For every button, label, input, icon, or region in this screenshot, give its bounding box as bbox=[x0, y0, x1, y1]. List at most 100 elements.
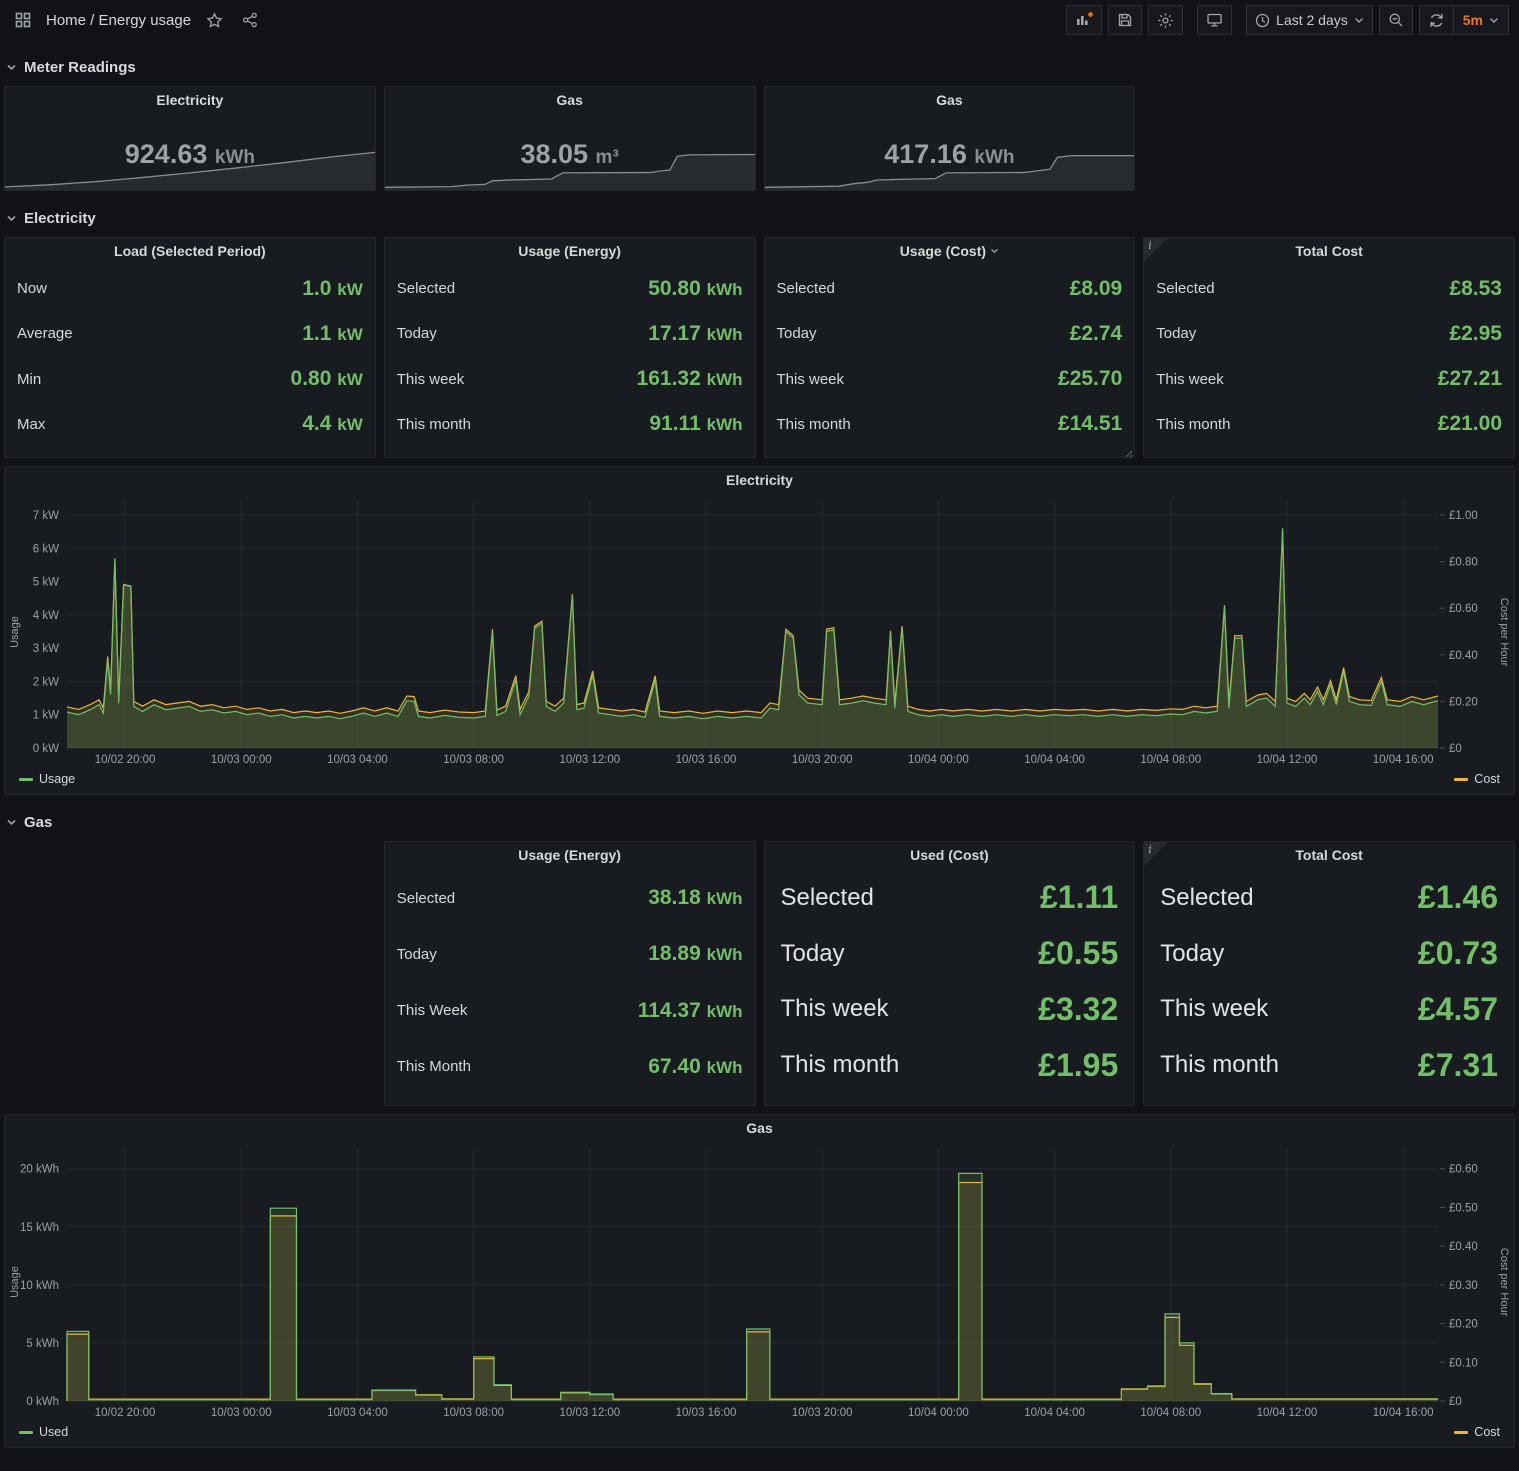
stat-value-number: 17.17 bbox=[648, 322, 701, 345]
stat-row: Selected£1.11 bbox=[781, 879, 1119, 916]
electricity-chart-panel: Electricity 10/02 20:0010/03 00:0010/03 0… bbox=[4, 466, 1515, 795]
svg-text:10/03 12:00: 10/03 12:00 bbox=[559, 1407, 620, 1419]
svg-text:£0.30: £0.30 bbox=[1449, 1280, 1478, 1292]
section-header-electricity[interactable]: Electricity bbox=[6, 207, 1515, 229]
stat-value: £4.57 bbox=[1418, 991, 1498, 1028]
svg-text:10/03 16:00: 10/03 16:00 bbox=[676, 1407, 737, 1419]
time-range-picker[interactable]: Last 2 days bbox=[1246, 5, 1373, 35]
resize-handle[interactable] bbox=[1123, 446, 1133, 456]
save-dashboard-button[interactable] bbox=[1108, 5, 1142, 35]
time-range-label: Last 2 days bbox=[1276, 12, 1348, 28]
panel-title[interactable]: Used (Cost) bbox=[765, 842, 1135, 868]
stat-label: Average bbox=[17, 325, 73, 342]
legend-item-used[interactable]: Used bbox=[19, 1425, 68, 1439]
svg-text:10/03 16:00: 10/03 16:00 bbox=[676, 754, 737, 766]
stat-value: 1.1 kW bbox=[302, 322, 363, 346]
chart-plot-area[interactable]: 10/02 20:0010/03 00:0010/03 04:0010/03 0… bbox=[5, 493, 1514, 770]
stat-label: Selected bbox=[397, 280, 455, 297]
stat-value-unit: kWh bbox=[707, 415, 743, 434]
panel-title-text: Usage (Energy) bbox=[518, 847, 621, 863]
panel-title[interactable]: Usage (Cost) bbox=[765, 238, 1135, 264]
legend-item-cost[interactable]: Cost bbox=[1454, 1425, 1500, 1439]
stat-value: £3.32 bbox=[1038, 991, 1118, 1028]
info-icon[interactable]: i bbox=[1144, 842, 1168, 866]
stat-value-unit: m³ bbox=[596, 147, 619, 168]
stat-row: This week£4.57 bbox=[1160, 991, 1498, 1028]
info-icon[interactable]: i bbox=[1144, 238, 1168, 262]
svg-text:10/03 00:00: 10/03 00:00 bbox=[211, 1407, 272, 1419]
legend-item-cost[interactable]: Cost bbox=[1454, 772, 1500, 786]
add-panel-button[interactable] bbox=[1066, 5, 1102, 35]
svg-text:10/03 08:00: 10/03 08:00 bbox=[443, 754, 504, 766]
stat-row: This week£3.32 bbox=[781, 991, 1119, 1028]
panel-title-text: Electricity bbox=[726, 472, 793, 488]
dashboards-grid-icon[interactable] bbox=[10, 7, 36, 33]
section-header-meter-readings[interactable]: Meter Readings bbox=[6, 56, 1515, 78]
svg-text:£1.00: £1.00 bbox=[1449, 510, 1478, 522]
panel-title[interactable]: Gas bbox=[5, 1115, 1514, 1141]
stat-label: Today bbox=[1160, 940, 1224, 968]
stat-value-number: £1.46 bbox=[1418, 879, 1498, 915]
stat-row: Today£2.95 bbox=[1156, 322, 1502, 346]
refresh-button[interactable] bbox=[1420, 6, 1453, 34]
panel-title[interactable]: Electricity bbox=[5, 467, 1514, 493]
panel-title[interactable]: Load (Selected Period) bbox=[5, 238, 375, 264]
zoom-out-icon bbox=[1388, 12, 1404, 28]
tv-mode-button[interactable] bbox=[1197, 5, 1232, 35]
breadcrumb[interactable]: Home / Energy usage bbox=[46, 12, 191, 29]
panel-title[interactable]: Gas bbox=[385, 87, 755, 113]
stat-value-unit: kWh bbox=[707, 280, 743, 299]
dashboard-settings-button[interactable] bbox=[1148, 5, 1183, 35]
stat-row: Now1.0 kW bbox=[17, 277, 363, 301]
zoom-out-time-button[interactable] bbox=[1379, 5, 1413, 35]
stat-value: £25.70 bbox=[1058, 367, 1122, 391]
stat-value-number: £1.11 bbox=[1040, 879, 1118, 915]
chart-svg[interactable]: 10/02 20:0010/03 00:0010/03 04:0010/03 0… bbox=[5, 1141, 1514, 1423]
stat-value-number: 38.05 bbox=[520, 139, 588, 169]
svg-text:10/04 08:00: 10/04 08:00 bbox=[1140, 754, 1201, 766]
stat-value-number: £27.21 bbox=[1438, 367, 1502, 390]
panel-title-text: Load (Selected Period) bbox=[114, 243, 266, 259]
dashboard: Meter Readings Electricity 924.63 kWh Gas 3… bbox=[0, 56, 1519, 1448]
panel-title[interactable]: Gas bbox=[765, 87, 1135, 113]
stat-row: Today£0.55 bbox=[781, 935, 1119, 972]
top-nav: Home / Energy usage bbox=[0, 0, 1519, 40]
stat-value-unit: kW bbox=[337, 325, 363, 344]
share-icon[interactable] bbox=[237, 7, 263, 33]
stat-label: This Week bbox=[397, 1002, 468, 1019]
stat-value: £21.00 bbox=[1438, 412, 1502, 436]
stat-value-number: £1.95 bbox=[1038, 1047, 1118, 1083]
star-icon[interactable] bbox=[201, 7, 227, 33]
stat-value-unit: kW bbox=[337, 280, 363, 299]
stat-row: Max4.4 kW bbox=[17, 412, 363, 436]
chevron-down-icon bbox=[1354, 17, 1364, 24]
section-header-gas[interactable]: Gas bbox=[6, 811, 1515, 833]
legend-label: Usage bbox=[39, 772, 75, 786]
stat-label: This week bbox=[1156, 371, 1224, 388]
panel-title[interactable]: Usage (Energy) bbox=[385, 238, 755, 264]
stat-value: 924.63 kWh bbox=[5, 139, 375, 170]
stat-value: 0.80 kW bbox=[291, 367, 363, 391]
stat-value: 67.40 kWh bbox=[648, 1055, 742, 1079]
stat-row: Min0.80 kW bbox=[17, 367, 363, 391]
legend-item-usage[interactable]: Usage bbox=[19, 772, 75, 786]
refresh-interval-dropdown[interactable]: 5m bbox=[1453, 6, 1508, 34]
section-title: Gas bbox=[24, 814, 52, 831]
panel-title[interactable]: Total Cost bbox=[1144, 842, 1514, 868]
meter-readings-row: Electricity924.63 kWhGas38.05 m³Gas417.1… bbox=[4, 86, 1515, 191]
chart-svg[interactable]: 10/02 20:0010/03 00:0010/03 04:0010/03 0… bbox=[5, 493, 1514, 770]
panel-title[interactable]: Usage (Energy) bbox=[385, 842, 755, 868]
stat-value: £14.51 bbox=[1058, 412, 1122, 436]
svg-text:10/04 16:00: 10/04 16:00 bbox=[1373, 754, 1434, 766]
stat-row: This week£25.70 bbox=[777, 367, 1123, 391]
stat-value-unit: kWh bbox=[707, 889, 743, 908]
panel-title-text: Total Cost bbox=[1295, 243, 1362, 259]
stat-label: Today bbox=[397, 325, 437, 342]
panel-title[interactable]: Electricity bbox=[5, 87, 375, 113]
stat-value-unit: kWh bbox=[707, 1058, 743, 1077]
stat-label: Now bbox=[17, 280, 47, 297]
svg-text:10/04 00:00: 10/04 00:00 bbox=[908, 754, 969, 766]
chart-plot-area[interactable]: 10/02 20:0010/03 00:0010/03 04:0010/03 0… bbox=[5, 1141, 1514, 1423]
panel-title[interactable]: Total Cost bbox=[1144, 238, 1514, 264]
stat-value: 114.37 kWh bbox=[638, 999, 743, 1023]
